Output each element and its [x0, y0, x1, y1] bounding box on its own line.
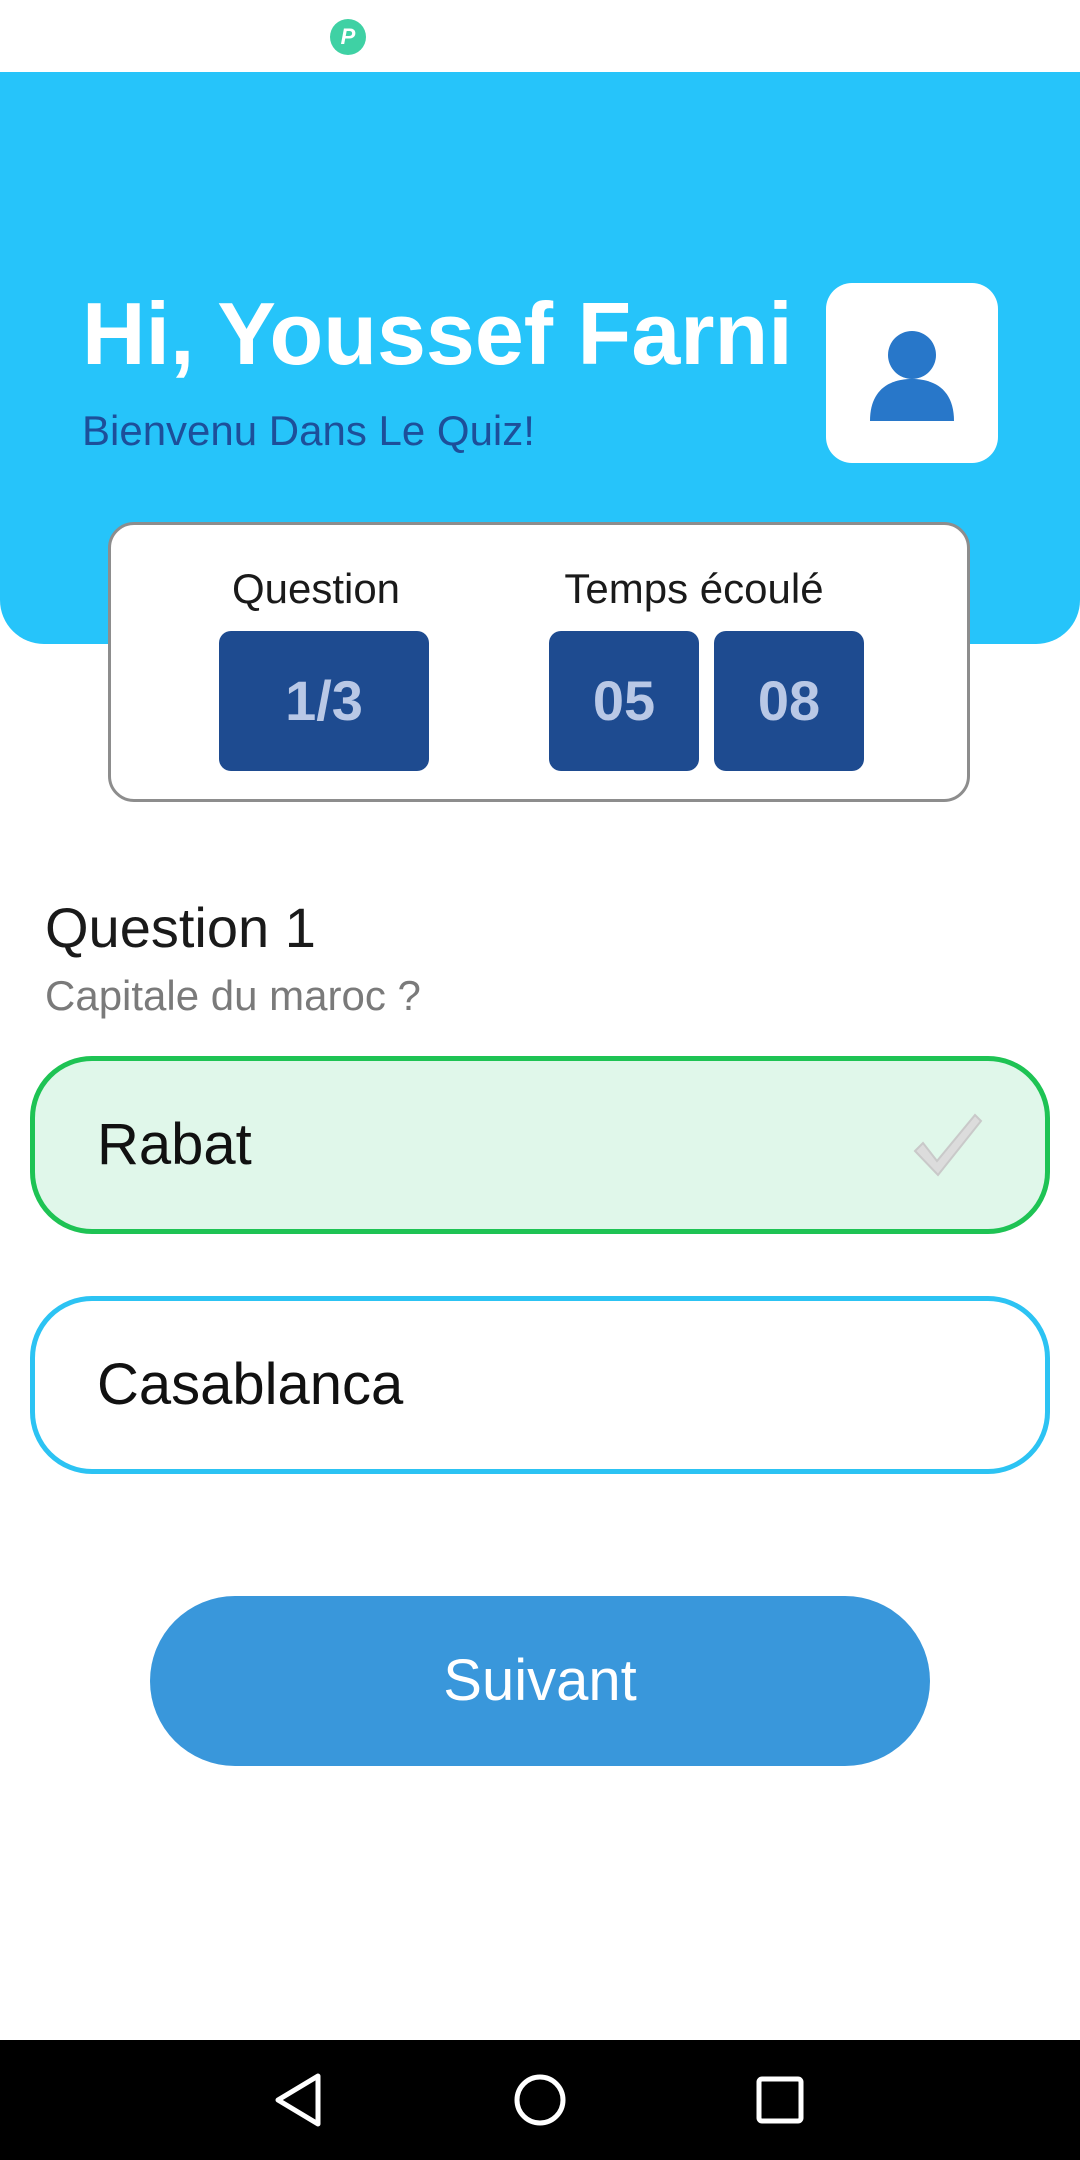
home-circle-icon[interactable]: [500, 2060, 580, 2140]
back-triangle-icon[interactable]: [260, 2060, 340, 2140]
quiz-screen: P Hi, Youssef Farni Bienvenu Dans Le Qui…: [0, 0, 1080, 2160]
answer-option-label: Casablanca: [97, 1352, 404, 1417]
user-icon: [870, 331, 954, 421]
elapsed-seconds: 08: [714, 631, 864, 771]
quiz-stats-card: Question 1/3 Temps écoulé 05 08: [108, 522, 970, 802]
elapsed-minutes: 05: [549, 631, 699, 771]
welcome-subtitle: Bienvenu Dans Le Quiz!: [82, 407, 535, 454]
answer-option-rabat[interactable]: Rabat: [30, 1056, 1050, 1234]
next-button[interactable]: Suivant: [150, 1596, 930, 1766]
question-counter: 1/3: [219, 631, 429, 771]
answer-option-label: Rabat: [97, 1112, 252, 1177]
checkmark-icon: [913, 1113, 983, 1177]
p-notification-icon: P: [330, 19, 366, 55]
question-counter-label: Question: [231, 565, 401, 612]
elapsed-time-label: Temps écoulé: [564, 565, 824, 612]
system-nav-bar: [0, 2040, 1080, 2160]
recents-square-icon[interactable]: [740, 2060, 820, 2140]
answer-option-casablanca[interactable]: Casablanca: [30, 1296, 1050, 1474]
avatar[interactable]: [826, 283, 998, 463]
greeting-title: Hi, Youssef Farni: [82, 284, 793, 383]
question-title: Question 1: [45, 896, 316, 959]
status-bar: P: [0, 0, 1080, 72]
question-text: Capitale du maroc ?: [45, 972, 421, 1019]
